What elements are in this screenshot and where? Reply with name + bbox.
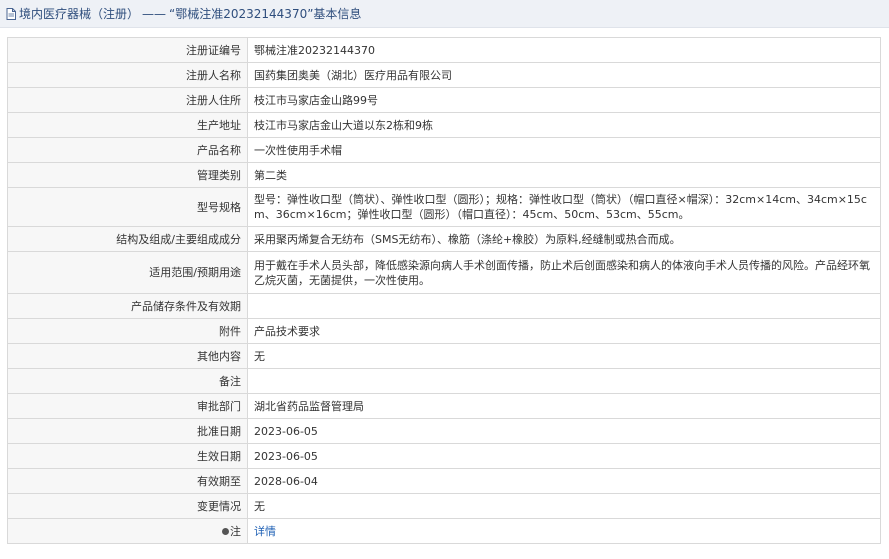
field-label: 管理类别 [7,162,248,188]
table-row: 备注 [7,368,881,394]
field-value: 国药集团奥美（湖北）医疗用品有限公司 [247,62,881,88]
field-value: 一次性使用手术帽 [247,137,881,163]
note-value-cell: 详情 [247,518,881,544]
header-separator: —— [142,6,167,21]
field-label: 型号规格 [7,187,248,227]
field-label: 注册人住所 [7,87,248,113]
field-label: 其他内容 [7,343,248,369]
table-row: 附件 产品技术要求 [7,318,881,344]
field-value: 无 [247,343,881,369]
field-label: 产品名称 [7,137,248,163]
table-row: 注册证编号 鄂械注准20232144370 [7,37,881,63]
field-value [247,368,881,394]
field-value: 鄂械注准20232144370 [247,37,881,63]
note-label-cell: 注 [7,518,248,544]
field-label: 备注 [7,368,248,394]
info-table: 注册证编号 鄂械注准20232144370 注册人名称 国药集团奥美（湖北）医疗用品有… [7,37,881,544]
field-label: 审批部门 [7,393,248,419]
field-value: 枝江市马家店金山路99号 [247,87,881,113]
note-icon [222,528,229,535]
table-row: 变更情况无 [7,493,881,519]
field-value: 2023-06-05 [247,418,881,444]
field-label: 适用范围/预期用途 [7,251,248,294]
field-label: 变更情况 [7,493,248,519]
table-row: 生产地址 枝江市马家店金山大道以东2栋和9栋 [7,112,881,138]
field-value: 2028-06-04 [247,468,881,494]
field-value: 无 [247,493,881,519]
table-row: 审批部门 湖北省药品监督管理局 [7,393,881,419]
table-row: 其他内容无 [7,343,881,369]
table-row: 注册人名称 国药集团奥美（湖北）医疗用品有限公司 [7,62,881,88]
note-label: 注 [230,524,241,538]
field-label: 生效日期 [7,443,248,469]
field-label: 结构及组成/主要组成成分 [7,226,248,252]
field-value: 2023-06-05 [247,443,881,469]
field-value: 湖北省药品监督管理局 [247,393,881,419]
table-row: 注册人住所 枝江市马家店金山路99号 [7,87,881,113]
table-row: 管理类别 第二类 [7,162,881,188]
table-row: 适用范围/预期用途 用于戴在手术人员头部，降低感染源向病人手术创面传播，防止术后创… [7,251,881,294]
document-icon [6,7,16,20]
table-row: 批准日期 2023-06-05 [7,418,881,444]
table-row: 产品名称 一次性使用手术帽 [7,137,881,163]
field-label: 生产地址 [7,112,248,138]
field-value: 枝江市马家店金山大道以东2栋和9栋 [247,112,881,138]
field-value: 第二类 [247,162,881,188]
header-category: 境内医疗器械（注册） [19,7,140,21]
header-title: “鄂械注准20232144370”基本信息 [169,7,362,21]
table-row: 生效日期 2023-06-05 [7,443,881,469]
field-value: 用于戴在手术人员头部，降低感染源向病人手术创面传播，防止术后创面感染和病人的体液… [247,251,881,294]
field-label: 批准日期 [7,418,248,444]
field-label: 产品储存条件及有效期 [7,293,248,319]
field-value [247,293,881,319]
table-row: 有效期至 2028-06-04 [7,468,881,494]
page-header: 境内医疗器械（注册） —— “鄂械注准20232144370”基本信息 [0,0,889,28]
field-label: 有效期至 [7,468,248,494]
table-row: 结构及组成/主要组成成分 采用聚丙烯复合无纺布（SMS无纺布）、橡筋（涤纶+橡胶）… [7,226,881,252]
table-row: 产品储存条件及有效期 [7,293,881,319]
field-label: 附件 [7,318,248,344]
field-value: 采用聚丙烯复合无纺布（SMS无纺布）、橡筋（涤纶+橡胶）为原料,经缝制或热合而成… [247,226,881,252]
field-label: 注册证编号 [7,37,248,63]
field-label: 注册人名称 [7,62,248,88]
detail-link[interactable]: 详情 [254,525,276,538]
table-row: 型号规格 型号：弹性收口型（筒状）、弹性收口型（圆形）；规格：弹性收口型（筒状）（… [7,187,881,227]
field-value: 产品技术要求 [247,318,881,344]
field-value: 型号：弹性收口型（筒状）、弹性收口型（圆形）；规格：弹性收口型（筒状）（帽口直径… [247,187,881,227]
table-row-note: 注详情 [7,518,881,544]
